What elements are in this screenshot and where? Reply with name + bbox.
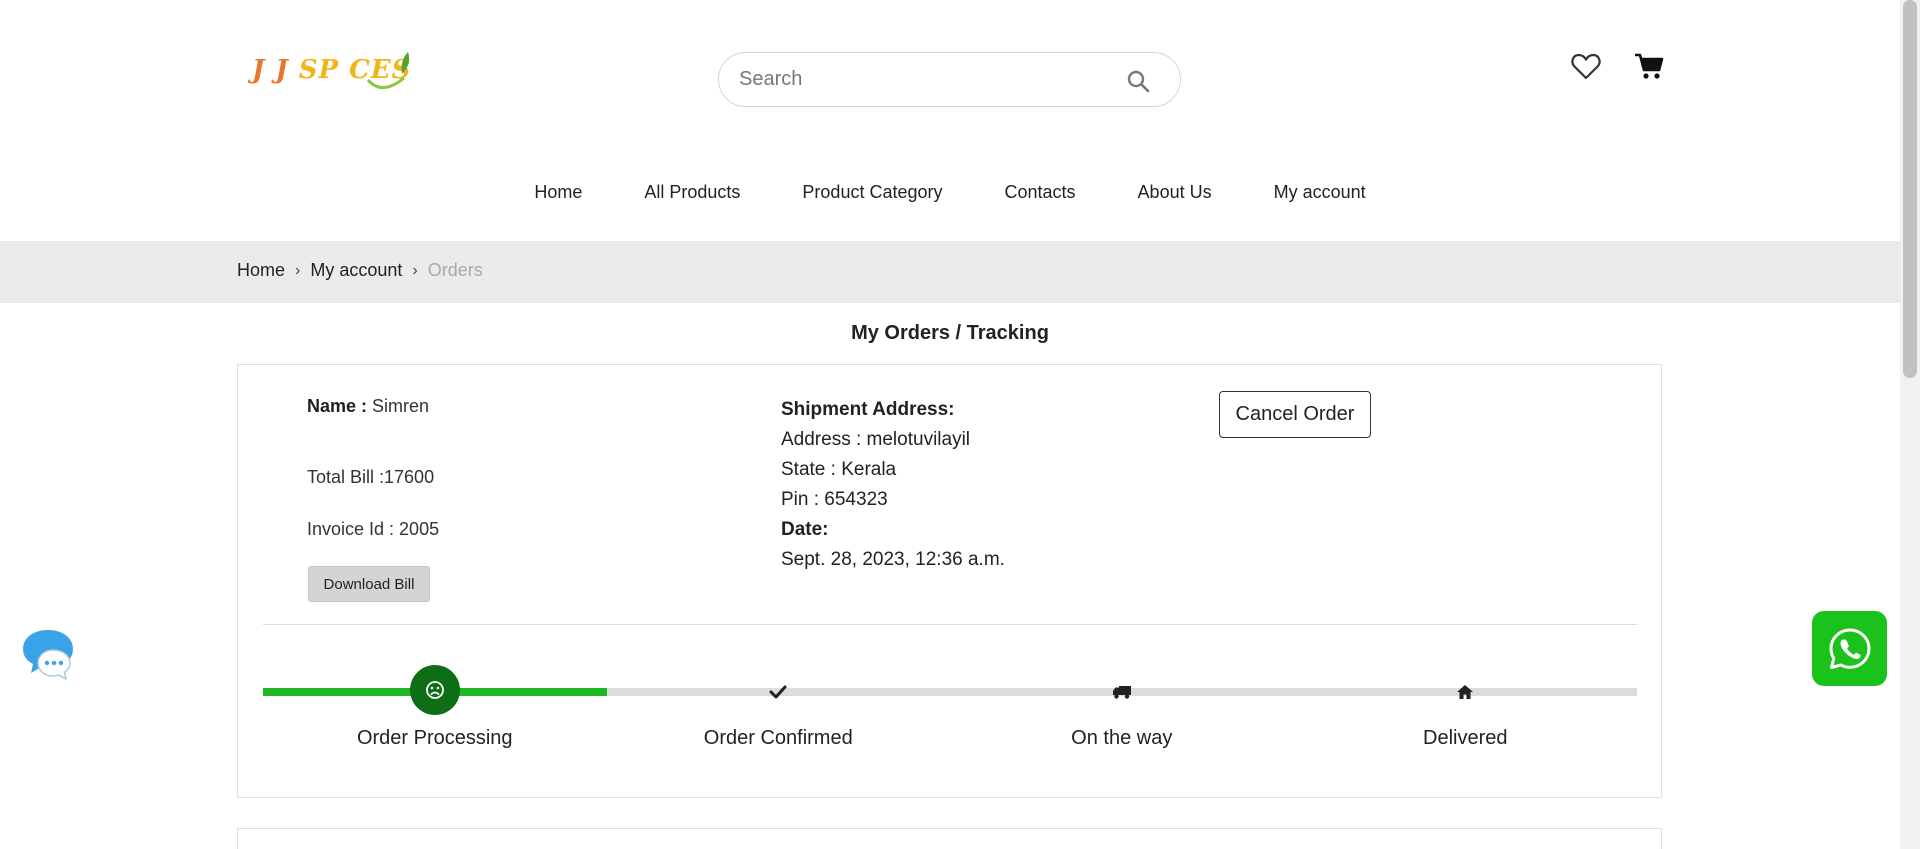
logo-text-part1: J J (252, 55, 299, 85)
page-scrollbar[interactable] (1900, 0, 1920, 849)
cart-icon[interactable] (1634, 52, 1664, 80)
step-label-order-confirmed: Order Confirmed (703, 727, 853, 749)
address-line: Address : melotuvilayil (781, 429, 971, 450)
state-line: State : Kerala (781, 459, 897, 480)
cancel-order-button[interactable]: Cancel Order (1219, 391, 1371, 438)
breadcrumb-bar: Home › My account › Orders (0, 241, 1900, 303)
search-box (718, 52, 1181, 107)
heart-icon[interactable] (1571, 52, 1601, 80)
nav-contacts[interactable]: Contacts (1005, 180, 1076, 204)
scrollbar-thumb[interactable] (1903, 0, 1917, 378)
divider (263, 624, 1637, 625)
date-heading: Date: (781, 519, 829, 540)
step-label-order-processing: Order Processing (356, 727, 513, 749)
name-value: Simren (367, 396, 430, 416)
nav-my-account[interactable]: My account (1274, 180, 1366, 204)
step-label-on-the-way: On the way (1071, 727, 1173, 749)
site-logo[interactable]: J J SP CES (252, 44, 411, 96)
breadcrumb-home[interactable]: Home (237, 260, 285, 281)
search-icon[interactable] (1126, 69, 1150, 93)
search-input[interactable] (739, 53, 1109, 106)
download-bill-button[interactable]: Download Bill (308, 566, 430, 602)
shipment-heading: Shipment Address: (781, 399, 955, 420)
home-icon (1455, 682, 1475, 702)
step-label-delivered: Delivered (1423, 727, 1508, 749)
sad-face-icon (425, 681, 444, 699)
chat-bubble-icon[interactable] (20, 626, 78, 682)
page-title: My Orders / Tracking (851, 322, 1049, 344)
check-icon (768, 682, 788, 702)
nav-product-category[interactable]: Product Category (802, 180, 942, 204)
breadcrumb-separator: › (412, 261, 418, 279)
whatsapp-icon (1829, 628, 1870, 669)
nav-all-products[interactable]: All Products (644, 180, 740, 204)
nav-home[interactable]: Home (534, 180, 582, 204)
date-value: Sept. 28, 2023, 12:36 a.m. (781, 549, 1005, 570)
nav-about-us[interactable]: About Us (1138, 180, 1212, 204)
order-card: Name : Simren Total Bill :17600 Invoice … (237, 364, 1662, 798)
breadcrumb: Home › My account › Orders (237, 260, 483, 281)
truck-icon (1112, 682, 1132, 702)
breadcrumb-separator: › (295, 261, 301, 279)
main-nav: Home All Products Product Category Conta… (0, 180, 1900, 204)
total-bill: Total Bill :17600 (307, 467, 435, 487)
breadcrumb-current: Orders (427, 260, 483, 280)
invoice-id: Invoice Id : 2005 (307, 519, 440, 539)
leaf-logo-icon (366, 52, 410, 89)
whatsapp-button[interactable] (1812, 611, 1887, 686)
active-step-marker (409, 665, 460, 715)
shipment-address: Shipment Address: Address : melotuvilayi… (781, 395, 1005, 575)
customer-name: Name : Simren (307, 396, 429, 417)
next-order-card (237, 828, 1662, 849)
name-label: Name : (307, 396, 368, 416)
breadcrumb-my-account[interactable]: My account (310, 260, 402, 281)
pin-line: Pin : 654323 (781, 489, 888, 510)
